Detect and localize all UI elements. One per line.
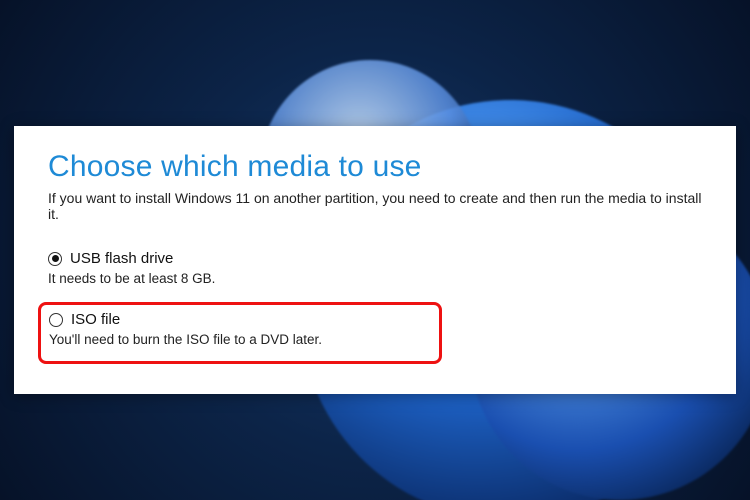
dialog-subtitle: If you want to install Windows 11 on ano… — [48, 190, 702, 222]
option-iso-file[interactable]: ISO file You'll need to burn the ISO fil… — [49, 311, 431, 347]
option-iso-description: You'll need to burn the ISO file to a DV… — [49, 332, 431, 347]
dialog-title: Choose which media to use — [48, 150, 702, 184]
radio-unselected-icon[interactable] — [49, 313, 63, 327]
desktop-background: Choose which media to use If you want to… — [0, 0, 750, 500]
annotation-highlight-box: ISO file You'll need to burn the ISO fil… — [38, 302, 442, 364]
option-usb-flash-drive[interactable]: USB flash drive It needs to be at least … — [48, 250, 702, 286]
radio-selected-icon[interactable] — [48, 252, 62, 266]
media-creation-dialog: Choose which media to use If you want to… — [14, 126, 736, 394]
option-usb-label: USB flash drive — [70, 250, 173, 267]
option-iso-label: ISO file — [71, 311, 120, 328]
option-usb-description: It needs to be at least 8 GB. — [48, 271, 702, 286]
